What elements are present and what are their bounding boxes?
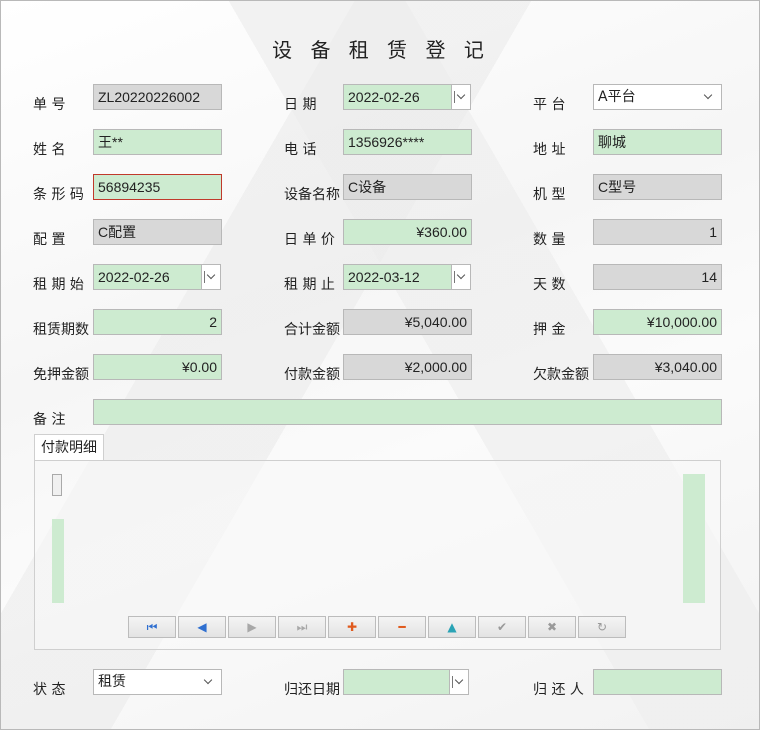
owed-label: 欠款金额 — [533, 367, 589, 383]
returner-field[interactable] — [593, 669, 722, 695]
rent-start-dropdown-button[interactable] — [201, 264, 221, 290]
remark-field[interactable] — [93, 399, 722, 425]
deposit-free-label: 免押金额 — [33, 367, 89, 383]
unit-price-field[interactable]: ¥360.00 — [343, 219, 472, 245]
date-label: 日 期 — [284, 97, 317, 113]
date-dropdown-button[interactable] — [451, 84, 471, 110]
nav-add-button[interactable]: ✚ — [328, 616, 376, 638]
nav-post-button[interactable]: ✔ — [478, 616, 526, 638]
rent-end-dropdown-button[interactable] — [451, 264, 471, 290]
nav-edit-button[interactable]: ▲ — [428, 616, 476, 638]
address-label: 地 址 — [533, 142, 566, 158]
rent-start-label: 租 期 始 — [33, 277, 84, 293]
grid-left-column-strip — [52, 519, 64, 603]
barcode-label: 条 形 码 — [33, 187, 84, 203]
rent-end-field[interactable]: 2022-03-12 — [343, 264, 452, 290]
phone-field[interactable]: 1356926**** — [343, 129, 472, 155]
name-label: 姓 名 — [33, 142, 66, 158]
deposit-label: 押 金 — [533, 322, 566, 338]
page-title: 设 备 租 赁 登 记 — [272, 38, 490, 62]
nav-cancel-button[interactable]: ✖ — [528, 616, 576, 638]
returner-label: 归 还 人 — [533, 682, 584, 698]
config-label: 配 置 — [33, 232, 66, 248]
divider-icon — [204, 271, 205, 283]
device-name-field[interactable]: C设备 — [343, 174, 472, 200]
date-field[interactable]: 2022-02-26 — [343, 84, 452, 110]
days-field[interactable]: 14 — [593, 264, 722, 290]
nav-next-button[interactable]: ▶ — [228, 616, 276, 638]
model-label: 机 型 — [533, 187, 566, 203]
status-label: 状 态 — [33, 682, 66, 698]
periods-field[interactable]: 2 — [93, 309, 222, 335]
unit-price-label: 日 单 价 — [284, 232, 335, 248]
model-field[interactable]: C型号 — [593, 174, 722, 200]
nav-first-button[interactable]: ⏮ — [128, 616, 176, 638]
rent-end-label: 租 期 止 — [284, 277, 335, 293]
device-name-label: 设备名称 — [284, 187, 340, 203]
platform-label: 平 台 — [533, 97, 566, 113]
nav-delete-button[interactable]: ━ — [378, 616, 426, 638]
divider-icon — [452, 676, 453, 688]
order-no-label: 单 号 — [33, 97, 66, 113]
return-date-field[interactable] — [343, 669, 450, 695]
deposit-free-field[interactable]: ¥0.00 — [93, 354, 222, 380]
periods-label: 租赁期数 — [33, 322, 89, 338]
tab-payment-details[interactable]: 付款明细 — [34, 434, 104, 461]
status-select[interactable]: 租赁 — [93, 669, 222, 695]
total-field[interactable]: ¥5,040.00 — [343, 309, 472, 335]
config-field[interactable]: C配置 — [93, 219, 222, 245]
paid-label: 付款金额 — [284, 367, 340, 383]
nav-refresh-button[interactable]: ↻ — [578, 616, 626, 638]
paid-field[interactable]: ¥2,000.00 — [343, 354, 472, 380]
grid-right-column-strip — [683, 474, 705, 603]
nav-last-button[interactable]: ⏭ — [278, 616, 326, 638]
grid-row-indicator[interactable] — [52, 474, 62, 496]
rent-start-field[interactable]: 2022-02-26 — [93, 264, 202, 290]
nav-prev-button[interactable]: ◀ — [178, 616, 226, 638]
return-date-label: 归还日期 — [284, 682, 340, 698]
divider-icon — [454, 271, 455, 283]
phone-label: 电 话 — [284, 142, 317, 158]
order-no-field[interactable]: ZL20220226002 — [93, 84, 222, 110]
quantity-label: 数 量 — [533, 232, 566, 248]
owed-field[interactable]: ¥3,040.00 — [593, 354, 722, 380]
name-field[interactable]: 王** — [93, 129, 222, 155]
quantity-field[interactable]: 1 — [593, 219, 722, 245]
remark-label: 备 注 — [33, 412, 66, 428]
rental-registration-form: 设 备 租 赁 登 记 单 号 ZL20220226002 日 期 2022-0… — [0, 0, 760, 730]
return-date-dropdown-button[interactable] — [449, 669, 469, 695]
deposit-field[interactable]: ¥10,000.00 — [593, 309, 722, 335]
divider-icon — [454, 91, 455, 103]
barcode-field[interactable]: 56894235 — [93, 174, 222, 200]
platform-select[interactable]: A平台 — [593, 84, 722, 110]
total-label: 合计金额 — [284, 322, 340, 338]
address-field[interactable]: 聊城 — [593, 129, 722, 155]
days-label: 天 数 — [533, 277, 566, 293]
